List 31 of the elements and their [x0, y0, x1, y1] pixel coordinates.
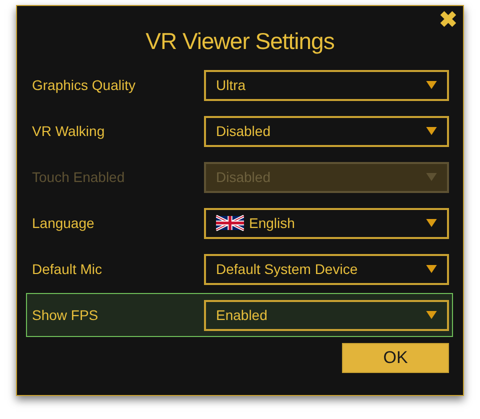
dropdown-value: Enabled — [216, 307, 268, 323]
setting-row[interactable]: Show FPS Enabled — [26, 293, 453, 337]
dropdown-value: Ultra — [216, 77, 247, 93]
caret-icon — [426, 173, 437, 181]
dropdown[interactable]: Ultra — [204, 70, 449, 100]
setting-row[interactable]: Language English — [26, 201, 453, 245]
close-button[interactable]: ✖ — [437, 8, 459, 32]
setting-label: Default Mic — [32, 261, 104, 277]
caret-icon — [426, 127, 437, 135]
dropdown[interactable]: English — [204, 208, 449, 238]
setting-label: Show FPS — [32, 307, 100, 323]
dialog-title: VR Viewer Settings — [144, 28, 336, 55]
dropdown-value: Disabled — [216, 123, 272, 139]
flag-icon — [216, 215, 244, 231]
setting-row[interactable]: Default Mic Default System Device — [26, 247, 453, 291]
dropdown-value: English — [249, 215, 296, 231]
caret-icon — [426, 81, 437, 89]
dropdown-value: Default System Device — [216, 261, 359, 277]
setting-row[interactable]: Graphics Quality Ultra — [26, 63, 453, 107]
ok-button[interactable]: OK — [342, 343, 449, 373]
setting-label: Graphics Quality — [32, 77, 136, 93]
setting-label: VR Walking — [32, 123, 106, 139]
caret-icon — [426, 219, 437, 227]
setting-row[interactable]: VR Walking Disabled — [26, 109, 453, 153]
setting-label: Touch Enabled — [32, 169, 126, 185]
dropdown[interactable]: Default System Device — [204, 254, 449, 284]
caret-icon — [426, 265, 437, 273]
caret-icon — [426, 311, 437, 319]
dropdown[interactable]: Enabled — [204, 300, 449, 330]
dropdown[interactable]: Disabled — [204, 116, 449, 146]
setting-label: Language — [32, 215, 96, 231]
